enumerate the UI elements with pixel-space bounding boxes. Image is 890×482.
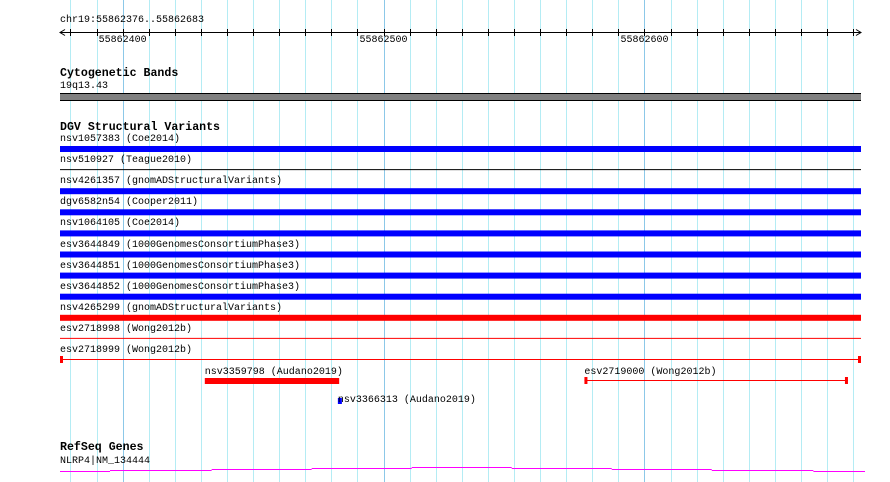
variant-bar <box>60 293 861 300</box>
cytoband-label: 19q13.43 <box>60 81 109 92</box>
variant-label[interactable]: nsv1057383 (Coe2014) <box>60 134 180 145</box>
variant-label[interactable]: nsv3366313 (Audano2019) <box>338 395 476 406</box>
variant-bar <box>60 314 861 321</box>
variant-label[interactable]: nsv1064105 (Coe2014) <box>60 218 180 229</box>
variant-label[interactable]: esv2718998 (Wong2012b) <box>60 324 192 335</box>
variant-cap <box>858 356 861 363</box>
cytoband-bar <box>60 94 861 100</box>
track-title-dgv: DGV Structural Variants <box>60 121 221 134</box>
track-title-refseq: RefSeq Genes <box>60 441 144 454</box>
ruler-label: 55862600 <box>620 35 669 46</box>
variant-label[interactable]: nsv3359798 (Audano2019) <box>205 367 343 378</box>
track-title-cytogenetic-bands: Cytogenetic Bands <box>60 67 179 80</box>
variant-bar <box>60 272 861 279</box>
gene-label[interactable]: NLRP4|NM_134444 <box>60 456 150 467</box>
variant-bar <box>60 188 861 195</box>
variant-bar <box>60 146 861 152</box>
variant-label[interactable]: esv3644849 (1000GenomesConsortiumPhase3) <box>60 240 300 251</box>
variant-label[interactable]: nsv4265299 (gnomADStructuralVariants) <box>60 303 282 314</box>
variant-label[interactable]: nsv510927 (Teague2010) <box>60 155 192 166</box>
ruler-label: 55862400 <box>98 35 147 46</box>
variant-label[interactable]: esv3644851 (1000GenomesConsortiumPhase3) <box>60 261 300 272</box>
variant-label[interactable]: dgv6582n54 (Cooper2011) <box>60 197 198 208</box>
variant-cap <box>60 356 63 363</box>
variant-bar <box>60 230 861 237</box>
variant-bar <box>60 251 861 258</box>
variant-cap <box>584 377 588 384</box>
variant-label[interactable]: esv2719000 (Wong2012b) <box>584 367 716 378</box>
variant-bar <box>60 209 861 216</box>
genome-browser-view: chr19:55862376..55862683 55862400 5586250… <box>0 0 890 482</box>
ruler-label: 55862500 <box>359 35 408 46</box>
region-label: chr19:55862376..55862683 <box>60 15 205 26</box>
variant-label[interactable]: nsv4261357 (gnomADStructuralVariants) <box>60 176 282 187</box>
variant-cap <box>844 377 848 384</box>
variant-label[interactable]: esv2718999 (Wong2012b) <box>60 345 192 356</box>
variant-label[interactable]: esv3644852 (1000GenomesConsortiumPhase3) <box>60 282 300 293</box>
variant-bar <box>204 378 340 384</box>
